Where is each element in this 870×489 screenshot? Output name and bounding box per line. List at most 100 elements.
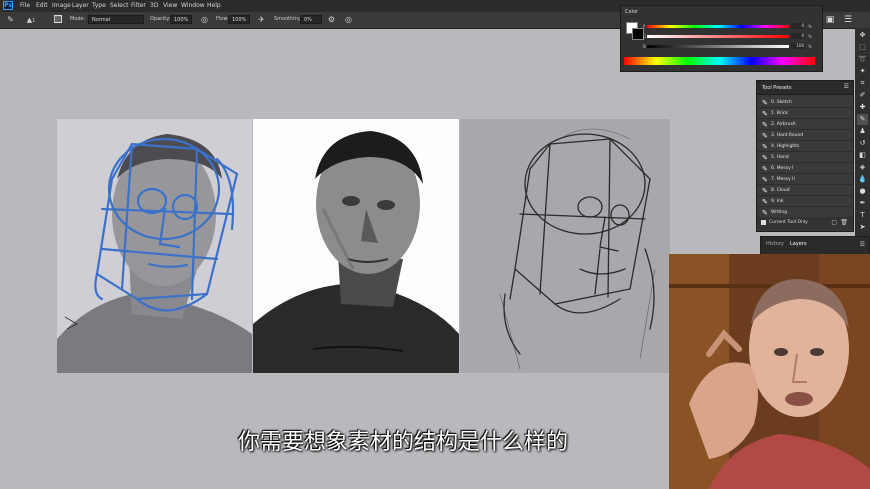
flow-label: Flow: bbox=[216, 16, 229, 22]
menu-type[interactable]: Type bbox=[92, 2, 106, 9]
stamp-tool-icon[interactable]: ♟ bbox=[857, 126, 868, 137]
blur-tool-icon[interactable]: 💧 bbox=[857, 174, 868, 185]
brush-preset-icon: ✎ bbox=[762, 165, 768, 173]
smoothing-field[interactable]: 0% bbox=[300, 15, 322, 24]
trash-icon[interactable]: 🗑 bbox=[840, 219, 848, 226]
construction-overlay-drawing bbox=[57, 119, 252, 373]
type-tool-icon[interactable]: T bbox=[857, 210, 868, 221]
preset-label: 0. Sketch bbox=[771, 100, 792, 105]
preset-item[interactable]: ✎ 8. Cloud bbox=[757, 186, 853, 196]
green-value-field[interactable]: 0 bbox=[791, 33, 805, 39]
menu-layer[interactable]: Layer bbox=[72, 2, 89, 9]
preset-label: 7. Messy II bbox=[771, 177, 795, 182]
menu-select[interactable]: Select bbox=[110, 2, 129, 9]
current-tool-only-checkbox[interactable] bbox=[761, 220, 766, 225]
history-brush-tool-icon[interactable]: ↺ bbox=[857, 138, 868, 149]
menu-help[interactable]: Help bbox=[207, 2, 221, 9]
layers-panel-menu-icon[interactable]: ☰ bbox=[860, 241, 865, 248]
marquee-tool-icon[interactable]: ⬚ bbox=[857, 42, 868, 53]
dodge-tool-icon[interactable]: ● bbox=[857, 186, 868, 197]
menu-view[interactable]: View bbox=[163, 2, 177, 9]
preset-item[interactable]: ✎ 9. Ink bbox=[757, 197, 853, 207]
move-tool-icon[interactable]: ✥ bbox=[857, 30, 868, 41]
blue-value-field[interactable]: 100 bbox=[791, 43, 805, 49]
brush-preset-icon: ✎ bbox=[762, 121, 768, 129]
menu-file[interactable]: File bbox=[20, 2, 30, 9]
brush-panel-icon[interactable]: ▦ bbox=[54, 15, 62, 23]
preset-item[interactable]: ✎ 5. Hand bbox=[757, 153, 853, 163]
brush-preset-icon: ✎ bbox=[762, 187, 768, 195]
lasso-tool-icon[interactable]: ➰ bbox=[857, 54, 868, 65]
green-slider[interactable] bbox=[647, 35, 789, 38]
eyedropper-tool-icon[interactable]: ✐ bbox=[857, 90, 868, 101]
brush-size-value: 1 bbox=[32, 18, 36, 24]
color-spectrum-bar[interactable] bbox=[624, 57, 815, 65]
tool-presets-panel: Tool Presets ☰ ✎ 0. Sketch ✎ 1. Brick ✎ 2. … bbox=[756, 80, 854, 232]
webcam-presenter-image bbox=[669, 254, 870, 489]
tab-history[interactable]: History bbox=[766, 241, 784, 247]
menu-edit[interactable]: Edit bbox=[36, 2, 48, 9]
pressure-size-icon[interactable]: ◎ bbox=[344, 15, 353, 24]
tool-presets-tab[interactable]: Tool Presets ☰ bbox=[757, 81, 853, 95]
healing-tool-icon[interactable]: ✚ bbox=[857, 102, 868, 113]
airbrush-icon[interactable]: ✈ bbox=[257, 15, 266, 24]
preset-label: 5. Hand bbox=[771, 155, 789, 160]
brush-tool-active-icon[interactable]: ✎ bbox=[857, 114, 868, 125]
menu-3d[interactable]: 3D bbox=[150, 2, 158, 9]
preset-item[interactable]: ✎ 6. Messy I bbox=[757, 164, 853, 174]
preset-item[interactable]: ✎ 4. Highlights bbox=[757, 142, 853, 152]
brush-preset-icon: ✎ bbox=[762, 209, 768, 217]
blue-unit: % bbox=[808, 44, 812, 49]
flow-field[interactable]: 100% bbox=[228, 15, 250, 24]
webcam-overlay bbox=[669, 254, 870, 489]
photoshop-logo[interactable]: Ps bbox=[3, 1, 13, 10]
tab-layers[interactable]: Layers bbox=[790, 241, 807, 247]
tools-panel: ✥ ⬚ ➰ ✦ ⌗ ✐ ✚ ✎ ♟ ↺ ◧ ◈ 💧 ● ✒ T ➤ bbox=[855, 28, 870, 238]
opacity-field[interactable]: 100% bbox=[170, 15, 192, 24]
menu-filter[interactable]: Filter bbox=[131, 2, 146, 9]
brush-preset-icon: ✎ bbox=[762, 132, 768, 140]
pressure-opacity-icon[interactable]: ◎ bbox=[200, 15, 209, 24]
preset-item[interactable]: ✎ 1. Brick bbox=[757, 109, 853, 119]
brush-preset-icon: ✎ bbox=[762, 99, 768, 107]
preset-item[interactable]: ✎ 0. Sketch bbox=[757, 98, 853, 108]
menu-window[interactable]: Window bbox=[181, 2, 205, 9]
panel-menu-icon[interactable]: ☰ bbox=[840, 12, 856, 28]
reference-image-construction bbox=[57, 119, 252, 373]
brush-size-picker[interactable]: ▲1 bbox=[21, 15, 41, 24]
red-slider[interactable] bbox=[647, 25, 789, 28]
opacity-label: Opacity: bbox=[150, 16, 171, 22]
mode-label: Mode: bbox=[70, 16, 86, 22]
preset-label: 2. Airbrush bbox=[771, 122, 796, 127]
preset-label: 6. Messy I bbox=[771, 166, 794, 171]
panel-collapse-icon[interactable]: ▣ bbox=[822, 12, 838, 28]
mode-select[interactable]: Normal bbox=[88, 15, 144, 24]
green-slider-label: G bbox=[643, 34, 647, 39]
blue-slider[interactable] bbox=[647, 45, 789, 48]
eraser-tool-icon[interactable]: ◧ bbox=[857, 150, 868, 161]
crop-tool-icon[interactable]: ⌗ bbox=[857, 78, 868, 89]
panel-options-icon[interactable]: ☰ bbox=[844, 83, 849, 90]
red-value-field[interactable]: 0 bbox=[791, 23, 805, 29]
magic-wand-tool-icon[interactable]: ✦ bbox=[857, 66, 868, 77]
brush-tool-icon[interactable]: ✎ bbox=[6, 15, 15, 24]
paint-bucket-tool-icon[interactable]: ◈ bbox=[857, 162, 868, 173]
menu-image[interactable]: Image bbox=[52, 2, 71, 9]
new-preset-icon[interactable]: ▢ bbox=[831, 219, 837, 226]
green-unit: % bbox=[808, 34, 812, 39]
brush-preset-icon: ✎ bbox=[762, 176, 768, 184]
presets-footer: Current Tool Only ▢ 🗑 bbox=[757, 217, 853, 230]
path-selection-tool-icon[interactable]: ➤ bbox=[857, 222, 868, 233]
preset-label: 9. Ink bbox=[771, 199, 784, 204]
tool-presets-title: Tool Presets bbox=[762, 85, 792, 91]
brush-preset-icon: ✎ bbox=[762, 198, 768, 206]
preset-item[interactable]: ✎ 2. Airbrush bbox=[757, 120, 853, 130]
smoothing-label: Smoothing: bbox=[274, 16, 303, 22]
preset-item[interactable]: ✎ 3. Hard Round bbox=[757, 131, 853, 141]
reference-image-sketch bbox=[460, 119, 670, 373]
preset-label: 1. Brick bbox=[771, 111, 788, 116]
preset-item[interactable]: ✎ 7. Messy II bbox=[757, 175, 853, 185]
red-slider-label: R bbox=[643, 24, 646, 29]
smoothing-settings-gear-icon[interactable]: ⚙ bbox=[327, 15, 336, 24]
pen-tool-icon[interactable]: ✒ bbox=[857, 198, 868, 209]
